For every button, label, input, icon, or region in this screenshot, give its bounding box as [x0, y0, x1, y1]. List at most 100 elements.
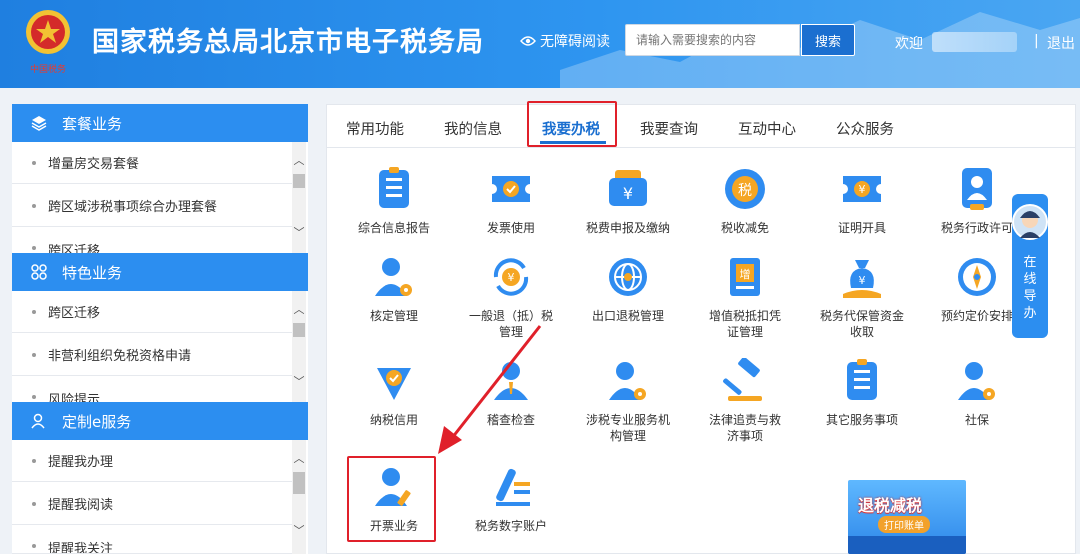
- svg-text:¥: ¥: [859, 274, 866, 287]
- scroll-up-icon[interactable]: ︿: [292, 154, 306, 168]
- svg-text:税: 税: [738, 183, 752, 199]
- section-title: 特色业务: [62, 263, 123, 282]
- report-icon: [371, 166, 417, 212]
- eye-icon: [520, 36, 536, 46]
- func-export-refund[interactable]: 出口退税管理: [573, 254, 683, 324]
- vat-voucher-icon: 增: [722, 254, 768, 300]
- func-assessment[interactable]: 核定管理: [339, 254, 449, 324]
- func-label: 其它服务事项: [825, 413, 898, 427]
- scrollbar[interactable]: ︿ ﹀: [292, 142, 306, 254]
- func-info-report[interactable]: 综合信息报告: [339, 166, 449, 236]
- tab-common[interactable]: 常用功能: [346, 118, 404, 139]
- accessibility-label: 无障碍阅读: [540, 34, 610, 50]
- online-guide-label: 在线导办: [1012, 254, 1048, 322]
- digital-account-icon: [488, 464, 534, 510]
- sidebar-item[interactable]: 增量房交易套餐: [12, 142, 292, 184]
- func-other-services[interactable]: 其它服务事项: [807, 358, 917, 428]
- sidebar-item-label: 跨区域涉税事项综合办理套餐: [48, 200, 218, 215]
- tab-bar: 常用功能 我的信息 我要办税 我要查询 互动中心 公众服务: [326, 104, 1076, 148]
- promo-banner[interactable]: 退税减税 打印账单: [848, 480, 966, 554]
- scrollbar[interactable]: ︿ ﹀: [292, 291, 306, 403]
- scroll-up-icon[interactable]: ︿: [292, 452, 306, 466]
- compass-icon: [954, 254, 1000, 300]
- func-label: 涉税专业服务机构管理: [585, 413, 670, 443]
- site-header: 中国税务 国家税务总局北京市电子税务局 无障碍阅读 搜索 欢迎 | 退出: [0, 0, 1080, 88]
- func-invoice-use[interactable]: 发票使用: [456, 166, 566, 236]
- tab-query[interactable]: 我要查询: [640, 118, 698, 139]
- document-list-icon: [839, 358, 885, 404]
- grid-icon: [30, 263, 48, 281]
- welcome-text: 欢迎: [895, 36, 923, 52]
- section-title: 套餐业务: [62, 114, 123, 133]
- scrollbar[interactable]: ︿ ﹀: [292, 440, 306, 554]
- scroll-thumb[interactable]: [293, 472, 305, 494]
- svg-text:¥: ¥: [508, 271, 515, 284]
- tab-public-service[interactable]: 公众服务: [836, 118, 894, 139]
- func-label: 税收减免: [720, 221, 769, 235]
- func-vat-voucher[interactable]: 增 增值税抵扣凭证管理: [690, 254, 800, 340]
- online-guide-button[interactable]: 在线导办: [1012, 194, 1048, 338]
- header-separator: |: [1034, 33, 1039, 49]
- agency-icon: [605, 358, 651, 404]
- sidebar-item[interactable]: 风险提示: [12, 377, 292, 403]
- assistant-avatar-icon: [1012, 204, 1048, 240]
- logout-link[interactable]: 退出: [1047, 33, 1075, 53]
- scroll-thumb[interactable]: [293, 174, 305, 188]
- func-legal-remedy[interactable]: 法律追责与救济事项: [690, 356, 800, 444]
- scroll-thumb[interactable]: [293, 323, 305, 337]
- func-label: 法律追责与救济事项: [708, 413, 781, 443]
- svg-text:增: 增: [740, 267, 751, 281]
- tab-interaction[interactable]: 互动中心: [738, 118, 796, 139]
- scroll-down-icon[interactable]: ﹀: [292, 226, 306, 240]
- search-input[interactable]: [625, 24, 800, 56]
- func-custody-fund[interactable]: ¥ 税务代保管资金收取: [807, 254, 917, 340]
- scroll-up-icon[interactable]: ︿: [292, 303, 306, 317]
- invoice-icon: [488, 166, 534, 212]
- func-social-security[interactable]: 社保: [922, 358, 1032, 428]
- func-certificate[interactable]: ¥ 证明开具: [807, 166, 917, 236]
- sidebar-item[interactable]: 提醒我关注: [12, 526, 292, 554]
- func-label: 税务代保管资金收取: [819, 309, 904, 339]
- sidebar-item[interactable]: 提醒我办理: [12, 440, 292, 482]
- refund-icon: ¥: [488, 254, 534, 300]
- sidebar-item-label: 提醒我关注: [48, 542, 114, 554]
- tab-highlight-box: [527, 101, 617, 147]
- func-label: 增值税抵扣凭证管理: [708, 309, 781, 339]
- banner-subtitle: 打印账单: [878, 516, 930, 533]
- sidebar-item[interactable]: 跨区域涉税事项综合办理套餐: [12, 185, 292, 227]
- func-label: 税务数字账户: [474, 519, 547, 533]
- func-digital-account[interactable]: 税务数字账户: [456, 464, 566, 534]
- func-agency-management[interactable]: 涉税专业服务机构管理: [573, 358, 683, 444]
- gavel-icon: [722, 356, 768, 404]
- accessibility-link[interactable]: 无障碍阅读: [520, 31, 610, 51]
- credit-icon: [371, 358, 417, 404]
- svg-text:中国税务: 中国税务: [30, 63, 66, 75]
- sidebar-item-label: 风险提示: [48, 393, 101, 403]
- sidebar-section-featured[interactable]: 特色业务: [12, 253, 308, 291]
- section-title: 定制e服务: [62, 412, 132, 431]
- sidebar-section-custom[interactable]: 定制e服务: [12, 402, 308, 440]
- money-bag-icon: ¥: [839, 254, 885, 300]
- scroll-down-icon[interactable]: ﹀: [292, 375, 306, 389]
- sidebar-item-label: 非营利组织免税资格申请: [48, 349, 192, 364]
- sidebar-item[interactable]: 跨区迁移: [12, 228, 292, 254]
- invoicing-highlight-box: [347, 456, 436, 542]
- sidebar-item-label: 跨区迁移: [48, 244, 101, 254]
- scroll-down-icon[interactable]: ﹀: [292, 524, 306, 538]
- tab-my-info[interactable]: 我的信息: [444, 118, 502, 139]
- globe-icon: [605, 254, 651, 300]
- sidebar-section-package[interactable]: 套餐业务: [12, 104, 308, 142]
- sidebar-item[interactable]: 非营利组织免税资格申请: [12, 334, 292, 376]
- city-skyline-decoration: [848, 536, 966, 554]
- tax-reduce-icon: 税: [722, 166, 768, 212]
- sidebar-item[interactable]: 跨区迁移: [12, 291, 292, 333]
- sidebar-item[interactable]: 提醒我阅读: [12, 483, 292, 525]
- func-label: 发票使用: [486, 221, 535, 235]
- search-button[interactable]: 搜索: [801, 24, 855, 56]
- func-tax-declare[interactable]: ¥ 税费申报及缴纳: [573, 166, 683, 236]
- func-label: 社保: [964, 413, 989, 427]
- sidebar-item-label: 跨区迁移: [48, 306, 101, 321]
- svg-text:¥: ¥: [859, 183, 866, 196]
- annotation-arrow-icon: [438, 325, 542, 454]
- func-tax-relief[interactable]: 税 税收减免: [690, 166, 800, 236]
